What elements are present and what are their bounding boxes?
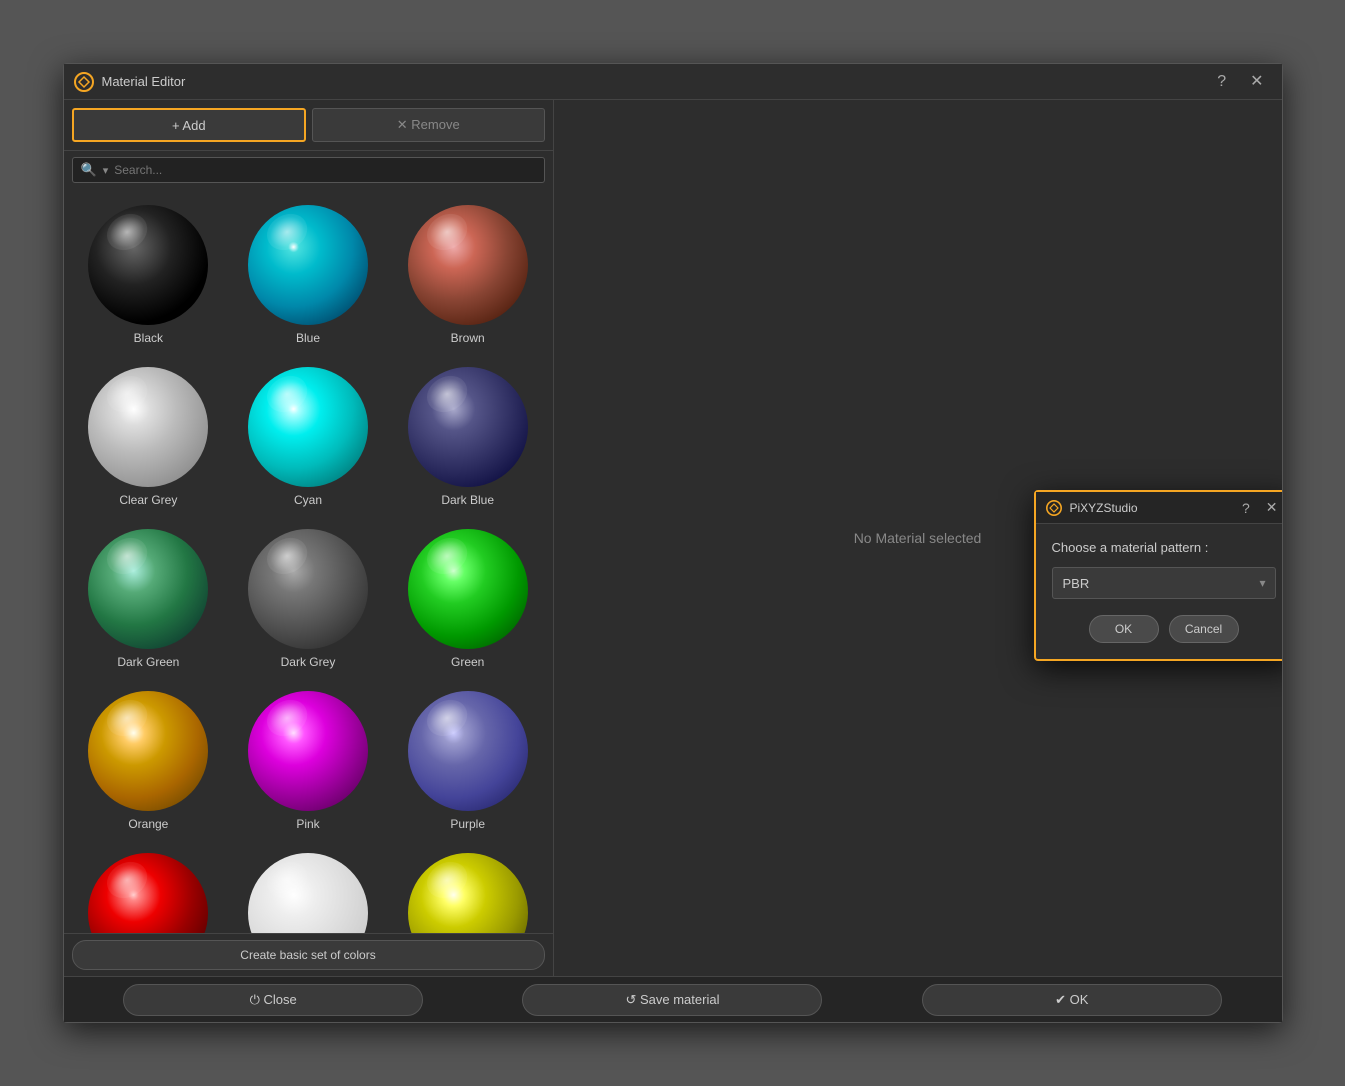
material-sphere-cyan	[248, 367, 368, 487]
bottom-bar: Create basic set of colors	[64, 933, 553, 976]
help-button[interactable]: ?	[1209, 72, 1234, 92]
material-sphere-orange	[88, 691, 208, 811]
main-content: + Add ✕ Remove 🔍 ▾ Black Blue Brown Clear G…	[64, 100, 1282, 976]
toolbar: + Add ✕ Remove	[64, 100, 553, 151]
material-label-brown: Brown	[451, 331, 485, 345]
material-sphere-white	[248, 853, 368, 933]
right-panel: No Material selected PiXYZStudio ? ✕ Cho…	[554, 100, 1282, 976]
material-sphere-cleargrey	[88, 367, 208, 487]
dialog-body: Choose a material pattern : PBRUnlitStan…	[1036, 524, 1282, 659]
create-basic-button[interactable]: Create basic set of colors	[72, 940, 545, 970]
materials-grid-inner: Black Blue Brown Clear Grey Cyan Dark Blue Dar…	[74, 199, 543, 933]
material-pattern-select[interactable]: PBRUnlitStandard	[1052, 567, 1276, 599]
material-sphere-darkblue	[408, 367, 528, 487]
material-sphere-darkgrey	[248, 529, 368, 649]
materials-grid: Black Blue Brown Clear Grey Cyan Dark Blue Dar…	[64, 189, 553, 933]
material-label-orange: Orange	[128, 817, 168, 831]
dialog-close-button[interactable]: ✕	[1262, 497, 1282, 518]
material-item-red[interactable]: Red	[74, 847, 224, 933]
material-label-darkgrey: Dark Grey	[281, 655, 336, 669]
material-sphere-green	[408, 529, 528, 649]
material-sphere-brown	[408, 205, 528, 325]
search-input[interactable]	[114, 163, 535, 177]
material-label-darkgreen: Dark Green	[117, 655, 179, 669]
ok-button[interactable]: ✔ OK	[922, 984, 1222, 1016]
material-item-brown[interactable]: Brown	[393, 199, 543, 351]
window-close-button[interactable]: ✕	[1242, 72, 1271, 92]
material-label-purple: Purple	[450, 817, 485, 831]
material-item-white[interactable]: White	[233, 847, 383, 933]
dialog-select-wrap: PBRUnlitStandard ▾	[1052, 567, 1276, 599]
search-bar: 🔍 ▾	[72, 157, 545, 183]
material-label-darkblue: Dark Blue	[441, 493, 494, 507]
remove-button[interactable]: ✕ Remove	[312, 108, 545, 142]
dialog-actions: OK Cancel	[1052, 615, 1276, 643]
material-sphere-purple	[408, 691, 528, 811]
dialog-title: PiXYZStudio	[1070, 501, 1230, 515]
material-label-blue: Blue	[296, 331, 320, 345]
material-item-darkgrey[interactable]: Dark Grey	[233, 523, 383, 675]
material-item-green[interactable]: Green	[393, 523, 543, 675]
title-bar: Material Editor ? ✕	[64, 64, 1282, 100]
material-label-cyan: Cyan	[294, 493, 322, 507]
window-title: Material Editor	[102, 74, 1202, 89]
save-material-button[interactable]: ↺ Save material	[522, 984, 822, 1016]
dialog-help-button[interactable]: ?	[1238, 498, 1254, 518]
material-sphere-yellow	[408, 853, 528, 933]
material-sphere-pink	[248, 691, 368, 811]
material-pattern-dialog: PiXYZStudio ? ✕ Choose a material patter…	[1034, 490, 1282, 661]
left-panel: + Add ✕ Remove 🔍 ▾ Black Blue Brown Clear G…	[64, 100, 554, 976]
material-item-orange[interactable]: Orange	[74, 685, 224, 837]
material-label-pink: Pink	[296, 817, 319, 831]
add-button[interactable]: + Add	[72, 108, 307, 142]
material-item-blue[interactable]: Blue	[233, 199, 383, 351]
material-item-pink[interactable]: Pink	[233, 685, 383, 837]
material-item-cyan[interactable]: Cyan	[233, 361, 383, 513]
material-label-green: Green	[451, 655, 484, 669]
close-button[interactable]: ⏻ Close	[123, 984, 423, 1016]
dialog-cancel-button[interactable]: Cancel	[1169, 615, 1239, 643]
filter-icon: ▾	[103, 164, 109, 177]
material-item-black[interactable]: Black	[74, 199, 224, 351]
material-sphere-red	[88, 853, 208, 933]
app-logo-icon	[74, 72, 94, 92]
material-item-darkgreen[interactable]: Dark Green	[74, 523, 224, 675]
search-icon: 🔍	[81, 162, 97, 178]
material-label-cleargrey: Clear Grey	[119, 493, 177, 507]
material-sphere-darkgreen	[88, 529, 208, 649]
material-item-darkblue[interactable]: Dark Blue	[393, 361, 543, 513]
material-item-purple[interactable]: Purple	[393, 685, 543, 837]
material-item-yellow[interactable]: Yellow	[393, 847, 543, 933]
dialog-ok-button[interactable]: OK	[1089, 615, 1159, 643]
footer: ⏻ Close ↺ Save material ✔ OK	[64, 976, 1282, 1022]
dialog-logo-icon	[1046, 500, 1062, 516]
material-sphere-black	[88, 205, 208, 325]
material-label-black: Black	[134, 331, 163, 345]
dialog-prompt: Choose a material pattern :	[1052, 540, 1276, 555]
material-editor-window: Material Editor ? ✕ + Add ✕ Remove 🔍 ▾ B…	[63, 63, 1283, 1023]
material-sphere-blue	[248, 205, 368, 325]
dialog-title-bar: PiXYZStudio ? ✕	[1036, 492, 1282, 524]
material-item-cleargrey[interactable]: Clear Grey	[74, 361, 224, 513]
no-material-label: No Material selected	[854, 530, 982, 546]
